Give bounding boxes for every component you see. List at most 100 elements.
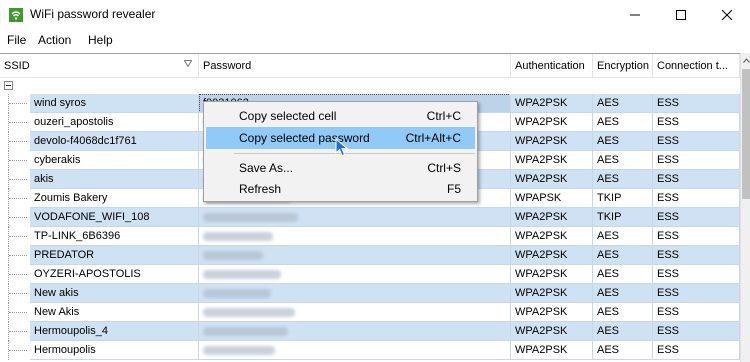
cell-conn[interactable]: ESS — [653, 303, 740, 322]
cell-enc[interactable]: AES — [593, 246, 653, 265]
cell-ssid[interactable]: VODAFONE_WIFI_108 — [30, 208, 199, 227]
cell-ssid[interactable]: Hermoupolis_4 — [30, 322, 199, 341]
save-as-item[interactable]: Save As... Ctrl+S — [206, 157, 475, 179]
cell-password[interactable] — [199, 246, 511, 265]
cell-conn[interactable]: ESS — [653, 246, 740, 265]
cell-enc[interactable]: AES — [593, 265, 653, 284]
copy-selected-cell-item[interactable]: Copy selected cell Ctrl+C — [206, 105, 475, 127]
cell-enc[interactable]: AES — [593, 132, 653, 151]
cell-ssid[interactable]: cyberakis — [30, 151, 199, 170]
cell-enc[interactable]: AES — [593, 94, 653, 113]
close-button[interactable] — [704, 0, 750, 30]
cell-password[interactable] — [199, 265, 511, 284]
cell-conn[interactable]: ESS — [653, 227, 740, 246]
maximize-button[interactable] — [658, 0, 704, 30]
cell-ssid[interactable]: New akis — [30, 284, 199, 303]
wifi-icon — [9, 8, 23, 22]
cell-conn[interactable]: ESS — [653, 151, 740, 170]
cell-conn[interactable]: ESS — [653, 322, 740, 341]
column-connection-type[interactable]: Connection t... — [653, 54, 740, 78]
cell-conn[interactable]: ESS — [653, 113, 740, 132]
scroll-thumb[interactable] — [742, 69, 750, 199]
cell-auth[interactable]: WPAPSK — [511, 189, 593, 208]
cell-password[interactable] — [199, 322, 511, 341]
blurred-password — [203, 346, 275, 355]
cell-ssid[interactable]: TP-LINK_6B6396 — [30, 227, 199, 246]
cell-password[interactable] — [199, 208, 511, 227]
mouse-cursor-icon — [335, 138, 349, 157]
menu-action[interactable]: Action — [38, 33, 71, 47]
blurred-password — [203, 289, 271, 298]
cell-conn[interactable]: ESS — [653, 265, 740, 284]
cell-auth[interactable]: WPA2PSK — [511, 284, 593, 303]
cell-auth[interactable]: WPA2PSK — [511, 303, 593, 322]
blurred-password — [203, 232, 273, 241]
cell-enc[interactable]: TKIP — [593, 208, 653, 227]
cell-conn[interactable]: ESS — [653, 208, 740, 227]
cell-password[interactable] — [199, 284, 511, 303]
cell-enc[interactable]: AES — [593, 341, 653, 360]
minimize-button[interactable] — [612, 0, 658, 30]
chevron-up-icon — [742, 57, 750, 63]
cell-ssid[interactable]: OYZERI-APOSTOLIS — [30, 265, 199, 284]
cell-ssid[interactable]: Hermoupolis — [30, 341, 199, 360]
cell-ssid[interactable]: New Akis — [30, 303, 199, 322]
cell-enc[interactable]: AES — [593, 151, 653, 170]
table-row[interactable]: VODAFONE_WIFI_108 WPA2PSK TKIP ESS — [0, 208, 740, 227]
cell-auth[interactable]: WPA2PSK — [511, 322, 593, 341]
cell-enc[interactable]: AES — [593, 170, 653, 189]
table-row[interactable]: Hermoupolis WPA2PSK AES ESS — [0, 341, 740, 360]
refresh-item[interactable]: Refresh F5 — [206, 178, 475, 200]
column-authentication[interactable]: Authentication — [511, 54, 593, 78]
cell-enc[interactable]: AES — [593, 322, 653, 341]
cell-auth[interactable]: WPA2PSK — [511, 208, 593, 227]
cell-conn[interactable]: ESS — [653, 132, 740, 151]
table-row[interactable]: New Akis WPA2PSK AES ESS — [0, 303, 740, 322]
cell-auth[interactable]: WPA2PSK — [511, 265, 593, 284]
cell-ssid[interactable]: devolo-f4068dc1f761 — [30, 132, 199, 151]
cell-enc[interactable]: AES — [593, 284, 653, 303]
table-row[interactable]: TP-LINK_6B6396 WPA2PSK AES ESS — [0, 227, 740, 246]
table-row[interactable]: OYZERI-APOSTOLIS WPA2PSK AES ESS — [0, 265, 740, 284]
cell-conn[interactable]: ESS — [653, 284, 740, 303]
vertical-scrollbar[interactable] — [740, 53, 750, 362]
cell-password[interactable] — [199, 227, 511, 246]
column-ssid[interactable]: SSID — [0, 54, 199, 78]
cell-auth[interactable]: WPA2PSK — [511, 341, 593, 360]
menu-help[interactable]: Help — [88, 33, 113, 47]
cell-auth[interactable]: WPA2PSK — [511, 170, 593, 189]
blurred-password — [203, 251, 263, 260]
cell-enc[interactable]: AES — [593, 113, 653, 132]
cell-auth[interactable]: WPA2PSK — [511, 113, 593, 132]
cell-enc[interactable]: TKIP — [593, 189, 653, 208]
table-row[interactable]: PREDATOR WPA2PSK AES ESS — [0, 246, 740, 265]
cell-ssid[interactable]: akis — [30, 170, 199, 189]
collapse-icon[interactable] — [4, 81, 13, 90]
cell-ssid[interactable]: Zoumis Bakery — [30, 189, 199, 208]
cell-auth[interactable]: WPA2PSK — [511, 151, 593, 170]
table-row[interactable]: Hermoupolis_4 WPA2PSK AES ESS — [0, 322, 740, 341]
cell-ssid[interactable]: ouzeri_apostolis — [30, 113, 199, 132]
minimize-icon — [630, 14, 640, 16]
cell-auth[interactable]: WPA2PSK — [511, 246, 593, 265]
column-password[interactable]: Password — [199, 54, 511, 78]
column-encryption[interactable]: Encryption — [593, 54, 653, 78]
table-row[interactable]: New akis WPA2PSK AES ESS — [0, 284, 740, 303]
cell-auth[interactable]: WPA2PSK — [511, 132, 593, 151]
group-row — [0, 78, 740, 94]
cell-conn[interactable]: ESS — [653, 341, 740, 360]
cell-password[interactable] — [199, 303, 511, 322]
cell-enc[interactable]: AES — [593, 303, 653, 322]
cell-enc[interactable]: AES — [593, 227, 653, 246]
cell-ssid[interactable]: PREDATOR — [30, 246, 199, 265]
cell-password[interactable] — [199, 341, 511, 360]
cell-ssid[interactable]: wind syros — [30, 94, 199, 113]
cell-auth[interactable]: WPA2PSK — [511, 94, 593, 113]
cell-conn[interactable]: ESS — [653, 189, 740, 208]
cell-auth[interactable]: WPA2PSK — [511, 227, 593, 246]
window-title: WiFi password revealer — [30, 7, 156, 21]
cell-conn[interactable]: ESS — [653, 170, 740, 189]
menu-file[interactable]: File — [7, 33, 26, 47]
cell-conn[interactable]: ESS — [653, 94, 740, 113]
scroll-up-button[interactable] — [741, 53, 750, 67]
